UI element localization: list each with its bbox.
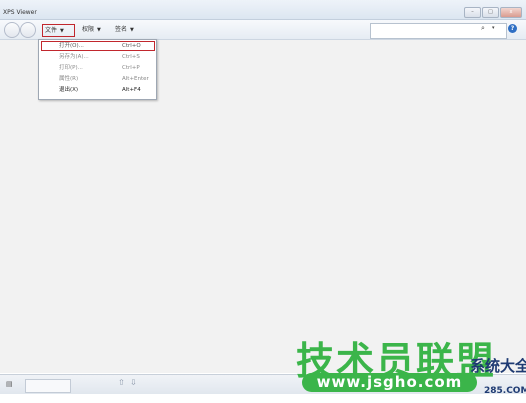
menu-item-label: 退出(X) [59, 87, 79, 93]
help-icon[interactable]: ? [508, 24, 517, 33]
page-number-input[interactable] [25, 379, 71, 393]
signatures-menu-label: 签名 [115, 26, 128, 33]
title-bar: XPS Viewer – □ x [0, 0, 526, 20]
file-menu-button[interactable]: 文件 ▼ [42, 24, 75, 37]
close-button[interactable]: x [500, 7, 522, 18]
menu-item-label: 属性(R) [59, 76, 79, 82]
toolbar: 文件 ▼ 权限 ▼ 签名 ▼ ⌕ ▾ ? [0, 20, 526, 40]
search-input[interactable] [370, 23, 507, 39]
menu-item-exit[interactable]: 退出(X) Alt+F4 [39, 85, 156, 96]
forward-button[interactable] [20, 22, 36, 38]
next-page-icon[interactable]: ⇩ [130, 378, 137, 387]
menu-item-label: 另存为(A)... [59, 54, 89, 60]
search-icon[interactable]: ⌕ [481, 24, 485, 33]
chevron-down-icon: ▼ [130, 27, 134, 33]
back-button[interactable] [4, 22, 20, 38]
watermark-url-secondary: 285.COM [484, 386, 526, 396]
menu-item-label: 打开(O)... [59, 43, 84, 49]
search-options-chevron-icon[interactable]: ▾ [492, 25, 495, 31]
menu-item-shortcut: Alt+Enter [122, 76, 149, 82]
menu-item-properties[interactable]: 属性(R) Alt+Enter [39, 74, 156, 85]
chevron-down-icon: ▼ [60, 28, 64, 34]
menu-item-print[interactable]: 打印(P)... Ctrl+P [39, 63, 156, 74]
watermark-side-text: 系统大全 [470, 357, 526, 375]
menu-item-shortcut: Ctrl+P [122, 65, 140, 71]
menu-item-shortcut: Ctrl+O [122, 43, 141, 49]
signatures-menu-button[interactable]: 签名 ▼ [113, 24, 136, 35]
menu-item-label: 打印(P)... [59, 65, 83, 71]
page-layout-icon[interactable]: ▤ [6, 380, 13, 388]
previous-page-icon[interactable]: ⇧ [118, 378, 125, 387]
maximize-button[interactable]: □ [482, 7, 499, 18]
app-title: XPS Viewer [3, 9, 37, 16]
minimize-button[interactable]: – [464, 7, 481, 18]
window-controls: – □ x [464, 7, 522, 18]
menu-item-shortcut: Ctrl+S [122, 54, 140, 60]
file-menu-label: 文件 [45, 27, 58, 34]
file-dropdown-menu: 打开(O)... Ctrl+O 另存为(A)... Ctrl+S 打印(P)..… [38, 39, 157, 100]
watermark-url: www.jsgho.com [302, 373, 477, 392]
permissions-menu-label: 权限 [82, 26, 95, 33]
menu-item-save-as[interactable]: 另存为(A)... Ctrl+S [39, 52, 156, 63]
chevron-down-icon: ▼ [97, 27, 101, 33]
menu-item-shortcut: Alt+F4 [122, 87, 141, 93]
menu-item-open[interactable]: 打开(O)... Ctrl+O [41, 41, 155, 51]
permissions-menu-button[interactable]: 权限 ▼ [80, 24, 103, 35]
